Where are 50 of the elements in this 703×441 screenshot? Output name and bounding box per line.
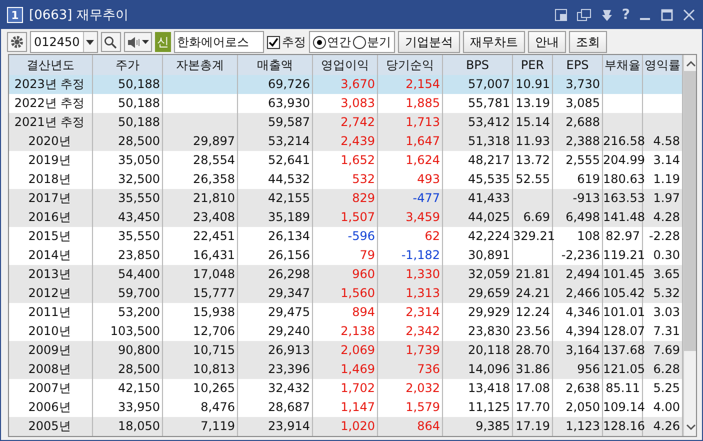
table-row[interactable]: 2020년 28,500 29,897 53,214 2,439 1,647 51,318 11.93 2,388 216.58 4.58	[9, 132, 683, 151]
toolbar-button[interactable]: 안내	[528, 31, 566, 53]
estimate-checkbox[interactable]: 추정	[266, 34, 306, 50]
caret-icon	[142, 40, 149, 44]
copy-window-icon[interactable]	[576, 8, 592, 22]
toolbar-button[interactable]: 재무차트	[462, 31, 525, 53]
table-row[interactable]: 2012년 59,700 15,777 29,347 1,560 1,313 29,659 24.21 2,466 105.42 5.32	[9, 284, 683, 303]
table-row[interactable]: 2013년 54,400 17,048 26,298 960 1,330 32,059 21.81 2,494 101.45 3.65	[9, 265, 683, 284]
table-cell: 17.19	[513, 417, 553, 436]
speaker-icon	[126, 36, 141, 48]
table-cell: 18,050	[93, 417, 163, 436]
market-badge: 신	[154, 32, 171, 52]
caret-icon	[86, 40, 94, 44]
check-icon	[268, 36, 279, 48]
gear-icon	[10, 35, 24, 49]
table-cell: 23,914	[238, 417, 313, 436]
scroll-up-icon[interactable]	[686, 60, 696, 68]
scroll-down-icon[interactable]	[686, 423, 696, 431]
table-cell: 864	[378, 417, 443, 436]
table-row[interactable]: 2016년 43,450 23,408 35,189 1,507 3,459 44,025 6.69 6,498 141.48 4.28	[9, 208, 683, 227]
window-title: [0663] 재무추이	[29, 7, 128, 24]
table-row[interactable]: 2008년 28,500 10,813 23,396 1,469 736 14,096 31.86 956 121.05 6.28	[9, 360, 683, 379]
table-cell: 128.16	[603, 417, 643, 436]
table-row[interactable]: 2005년 18,050 7,119 23,914 1,020 864 9,385 17.19 1,123 128.16 4.26	[9, 417, 683, 436]
speaker-button[interactable]	[124, 32, 152, 52]
search-icon	[104, 36, 118, 48]
settings-button[interactable]	[7, 32, 27, 52]
stock-code-combo[interactable]: 012450	[30, 31, 98, 53]
table-row[interactable]: 2017년 35,550 21,810 42,155 829 -477 41,433 -913 163.53 1.97	[9, 189, 683, 208]
help-icon[interactable]: ?	[622, 7, 630, 23]
window-number-badge: 1	[7, 7, 23, 23]
company-name-field[interactable]: 한화에어로스	[174, 31, 264, 53]
table-cell: 9,385	[443, 417, 513, 436]
table-row[interactable]: 2009년 90,800 10,715 26,913 2,069 1,739 20,118 28.70 3,164 137.68 7.69	[9, 341, 683, 360]
toolbar-button[interactable]: 조회	[568, 31, 607, 53]
table-cell: 1,020	[313, 417, 378, 436]
table-cell: 7,119	[163, 417, 238, 436]
table-row[interactable]: 2023년 추정 50,188 69,726 3,670 2,154 57,007 10.91 3,730	[9, 75, 683, 94]
toolbar-button[interactable]: 기업분석	[398, 31, 460, 53]
window-layout-icon[interactable]	[554, 8, 568, 22]
table-cell: 1,123	[553, 417, 603, 436]
vertical-scrollbar[interactable]	[683, 55, 696, 436]
close-icon[interactable]	[682, 8, 696, 22]
table-cell: 2005년	[9, 417, 93, 436]
search-button[interactable]	[100, 32, 121, 52]
table-row[interactable]: 2021년 추정 50,188 59,587 2,742 1,713 53,412 15.14 2,688	[9, 113, 683, 132]
period-radio[interactable]: 분기	[352, 34, 391, 50]
period-radio[interactable]: 연간	[312, 34, 351, 50]
scrollbar-thumb[interactable]	[684, 71, 696, 351]
maximize-icon[interactable]	[660, 8, 674, 22]
